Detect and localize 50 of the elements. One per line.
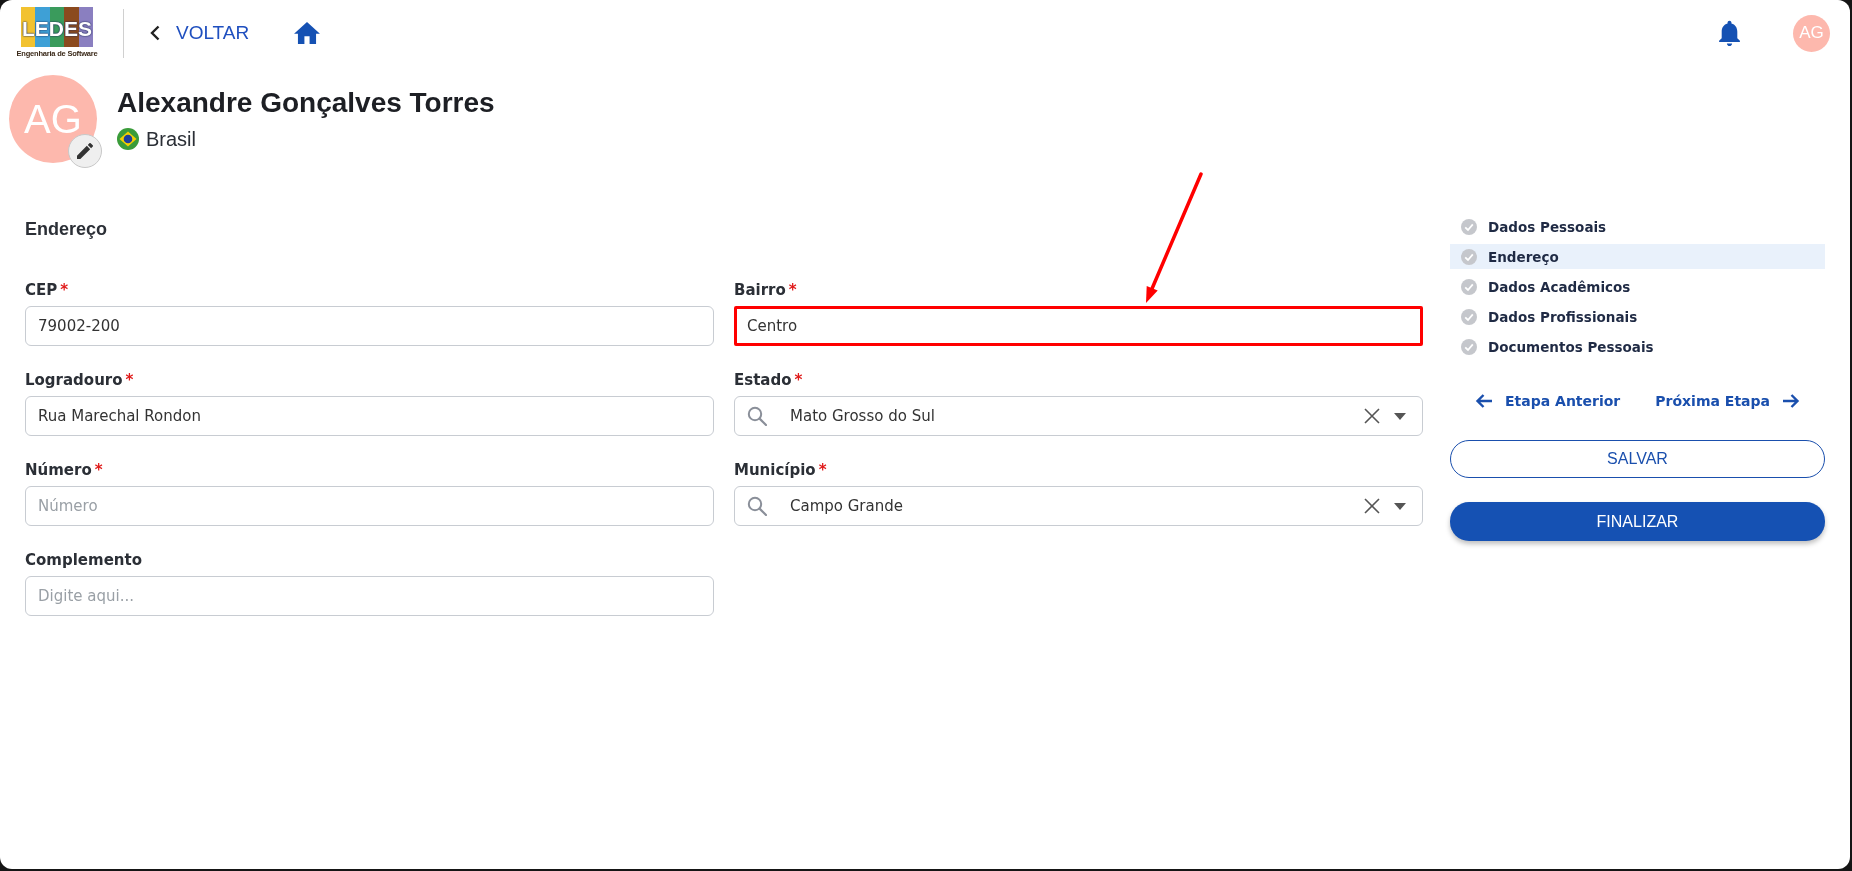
previous-step-link[interactable]: Etapa Anterior [1475,389,1621,413]
selected-value: Campo Grande [790,496,904,516]
logo: LEDES [21,7,93,47]
field-label: Logradouro * [25,370,135,390]
check-circle-icon [1461,308,1477,325]
country-name: Brasil [146,127,196,151]
step-item[interactable]: Dados Pessoais [1450,214,1825,239]
step-item[interactable]: Documentos Pessoais [1450,334,1825,359]
arrow-right-icon [1782,393,1800,409]
text-field[interactable]: Centro [734,306,1423,346]
search-icon [747,406,767,426]
back-link[interactable]: VOLTAR [150,22,250,44]
arrow-left-icon [1475,393,1493,409]
section-title: Endereço [25,218,109,240]
field-label: Estado * [734,370,804,390]
check-circle-icon [1461,248,1477,265]
search-icon [747,496,767,516]
caret-down-icon[interactable] [1394,412,1406,420]
edit-photo-button[interactable] [68,134,102,168]
check-circle-icon [1461,278,1477,295]
next-step-link[interactable]: Próxima Etapa [1655,389,1800,413]
step-item[interactable]: Dados Profissionais [1450,304,1825,329]
text-field[interactable]: Rua Marechal Rondon [25,396,714,436]
close-icon[interactable] [1364,498,1380,514]
text-field[interactable]: 79002-200 [25,306,714,346]
text-field[interactable]: Número [25,486,714,526]
field-label: Número * [25,460,104,480]
close-icon[interactable] [1364,408,1380,424]
profile-name: Alexandre Gonçalves Torres [117,87,495,119]
selected-value: Mato Grosso do Sul [790,406,936,426]
step-item[interactable]: Dados Acadêmicos [1450,274,1825,299]
search-select-field[interactable]: Mato Grosso do Sul [734,396,1423,436]
chevron-left-icon [150,25,160,41]
profile-avatar: AG [9,75,97,163]
caret-down-icon[interactable] [1394,502,1406,510]
field-label: Bairro * [734,280,798,300]
field-label: Complemento [25,550,143,570]
text-field[interactable]: Digite aqui... [25,576,714,616]
bell-icon[interactable] [1719,20,1740,46]
field-label: Município * [734,460,828,480]
check-circle-icon [1461,218,1477,235]
home-icon[interactable] [294,22,321,44]
field-label: CEP * [25,280,70,300]
save-button[interactable]: SALVAR [1450,440,1825,478]
check-circle-icon [1461,338,1477,355]
search-select-field[interactable]: Campo Grande [734,486,1423,526]
brazil-flag-icon [117,128,139,150]
pencil-icon [77,143,93,159]
finish-button[interactable]: FINALIZAR [1450,502,1825,541]
step-item[interactable]: Endereço [1450,244,1825,269]
